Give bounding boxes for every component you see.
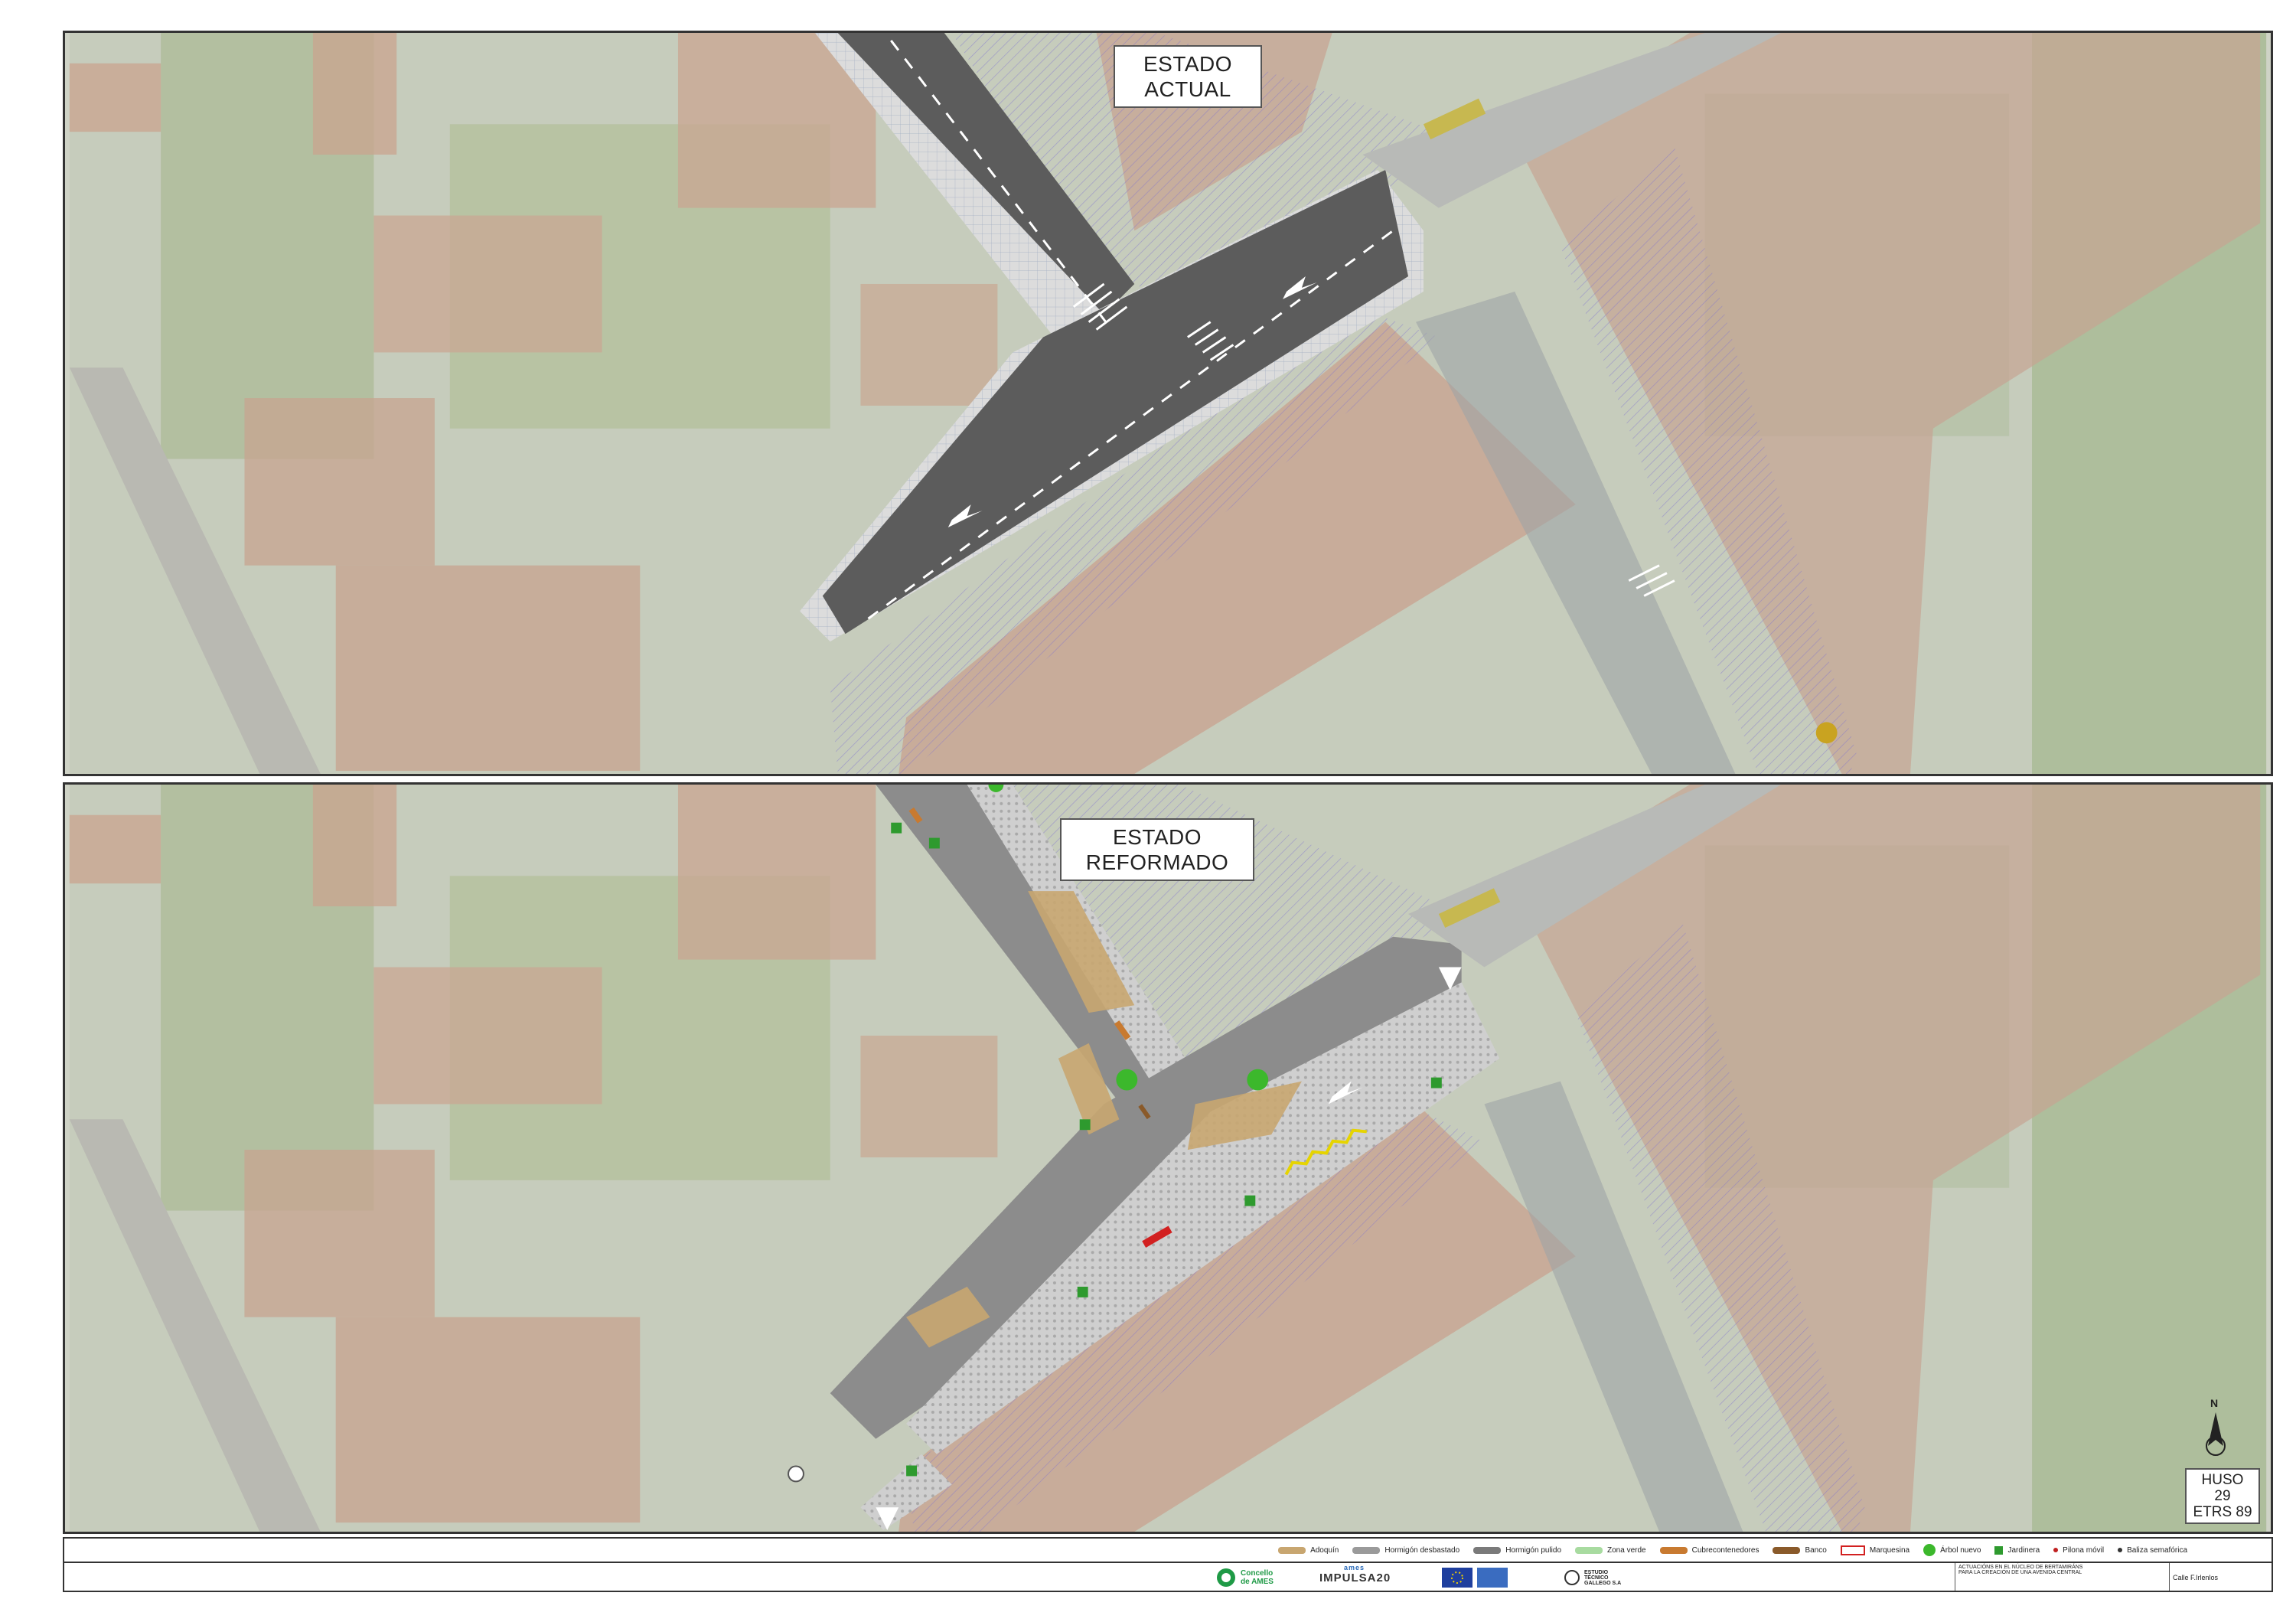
legend-item: Cubrecontenedores bbox=[1659, 1545, 1760, 1555]
legend-label: Árbol nuevo bbox=[1940, 1545, 1981, 1555]
legend-item: Marquesina bbox=[1840, 1545, 1910, 1555]
impulsa20-logo-sup: ames bbox=[1344, 1563, 1365, 1571]
feder-icon bbox=[1477, 1568, 1508, 1588]
legend-item: Adoquín bbox=[1278, 1546, 1339, 1555]
tree-icon bbox=[1923, 1544, 1936, 1556]
legend-dot-icon bbox=[2053, 1548, 2059, 1552]
plan-title-cell: Calle F.Irlenlos bbox=[2169, 1563, 2276, 1591]
legend-label: Zona verde bbox=[1607, 1545, 1646, 1555]
legend-swatch bbox=[1840, 1545, 1865, 1555]
legend-item: Pilona móvil bbox=[2053, 1546, 2104, 1555]
plan-title: Calle F.Irlenlos bbox=[2173, 1574, 2219, 1581]
map-legend: Adoquín Hormigón desbastado Hormigón pulid… bbox=[63, 1537, 2273, 1562]
eu-flag-icon bbox=[1442, 1566, 1508, 1589]
north-arrow-icon: N bbox=[2200, 1397, 2231, 1469]
legend-item: Jardinera bbox=[1994, 1545, 2040, 1555]
legend-item: Banco bbox=[1773, 1545, 1827, 1555]
legend-swatch bbox=[1278, 1546, 1306, 1554]
projection-line2: ETRS 89 bbox=[2193, 1504, 2252, 1520]
legend-label: Hormigón pulido bbox=[1505, 1545, 1562, 1555]
legend-item: Hormigón desbastado bbox=[1352, 1546, 1459, 1555]
projection-line1: HUSO 29 bbox=[2201, 1472, 2244, 1504]
legend-label: Pilona móvil bbox=[2063, 1545, 2105, 1555]
legend-swatch bbox=[1352, 1546, 1381, 1554]
project-title-cell: ACTUACIÓNS EN EL NÚCLEO DE BERTAMIRÁNS P… bbox=[1955, 1563, 2092, 1591]
map-panel-estado-reformado: ESTADO REFORMADO N HUSO 29 ETRS 89 bbox=[63, 782, 2273, 1534]
legend-label: Hormigón desbastado bbox=[1384, 1545, 1460, 1555]
legend-swatch bbox=[1773, 1546, 1801, 1554]
company-name: ESTUDIO TÉCNICO GALLEGO S.A bbox=[1584, 1569, 1622, 1586]
legend-item: Baliza semafórica bbox=[2118, 1546, 2187, 1555]
project-title: ACTUACIÓNS EN EL NÚCLEO DE BERTAMIRÁNS P… bbox=[1958, 1565, 2083, 1575]
projection-box: HUSO 29 ETRS 89 bbox=[2185, 1468, 2260, 1524]
legend-label: Baliza semafórica bbox=[2127, 1545, 2187, 1555]
panel-label-reformado-line2: REFORMADO bbox=[1085, 850, 1229, 874]
planter-icon bbox=[1994, 1545, 2004, 1555]
concello-ames-icon bbox=[1217, 1568, 1235, 1587]
panel-label-reformado: ESTADO REFORMADO bbox=[1060, 818, 1254, 881]
title-block: Concello de AMES ames IMPULSA20 ESTUDIO … bbox=[63, 1562, 2273, 1592]
legend-label: Jardinera bbox=[2007, 1545, 2040, 1555]
legend-label: Banco bbox=[1805, 1545, 1827, 1555]
logo1-line2: de AMES bbox=[1241, 1578, 1274, 1586]
company-icon bbox=[1564, 1570, 1580, 1585]
aerial-map-reformado bbox=[69, 785, 2267, 1532]
panel-label-reformado-line1: ESTADO bbox=[1112, 825, 1202, 849]
panel-label-actual: ESTADO ACTUAL bbox=[1114, 45, 1262, 108]
legend-label: Cubrecontenedores bbox=[1691, 1545, 1760, 1555]
legend-item: Hormigón pulido bbox=[1473, 1546, 1561, 1555]
legend-swatch bbox=[1659, 1546, 1688, 1554]
panel-label-actual-line1: ESTADO bbox=[1143, 52, 1233, 76]
impulsa20-logo: ames IMPULSA20 bbox=[1319, 1563, 1391, 1589]
north-label: N bbox=[2210, 1397, 2219, 1409]
panel-label-actual-line2: ACTUAL bbox=[1144, 77, 1231, 101]
aerial-map-actual bbox=[69, 33, 2267, 774]
legend-item: Árbol nuevo bbox=[1923, 1544, 1981, 1556]
concello-ames-logo: Concello de AMES bbox=[1216, 1566, 1274, 1589]
legend-item: Zona verde bbox=[1575, 1546, 1646, 1555]
impulsa20-logo-text: IMPULSA20 bbox=[1319, 1571, 1391, 1584]
logo1-line1: Concello bbox=[1241, 1569, 1274, 1578]
legend-label: Adoquín bbox=[1310, 1545, 1339, 1555]
map-panel-estado-actual: ESTADO ACTUAL bbox=[63, 31, 2273, 776]
company-logo: ESTUDIO TÉCNICO GALLEGO S.A bbox=[1564, 1566, 1630, 1589]
legend-swatch bbox=[1575, 1546, 1603, 1554]
legend-swatch bbox=[1473, 1546, 1502, 1554]
legend-label: Marquesina bbox=[1869, 1545, 1910, 1555]
legend-dot-icon bbox=[2118, 1548, 2123, 1552]
